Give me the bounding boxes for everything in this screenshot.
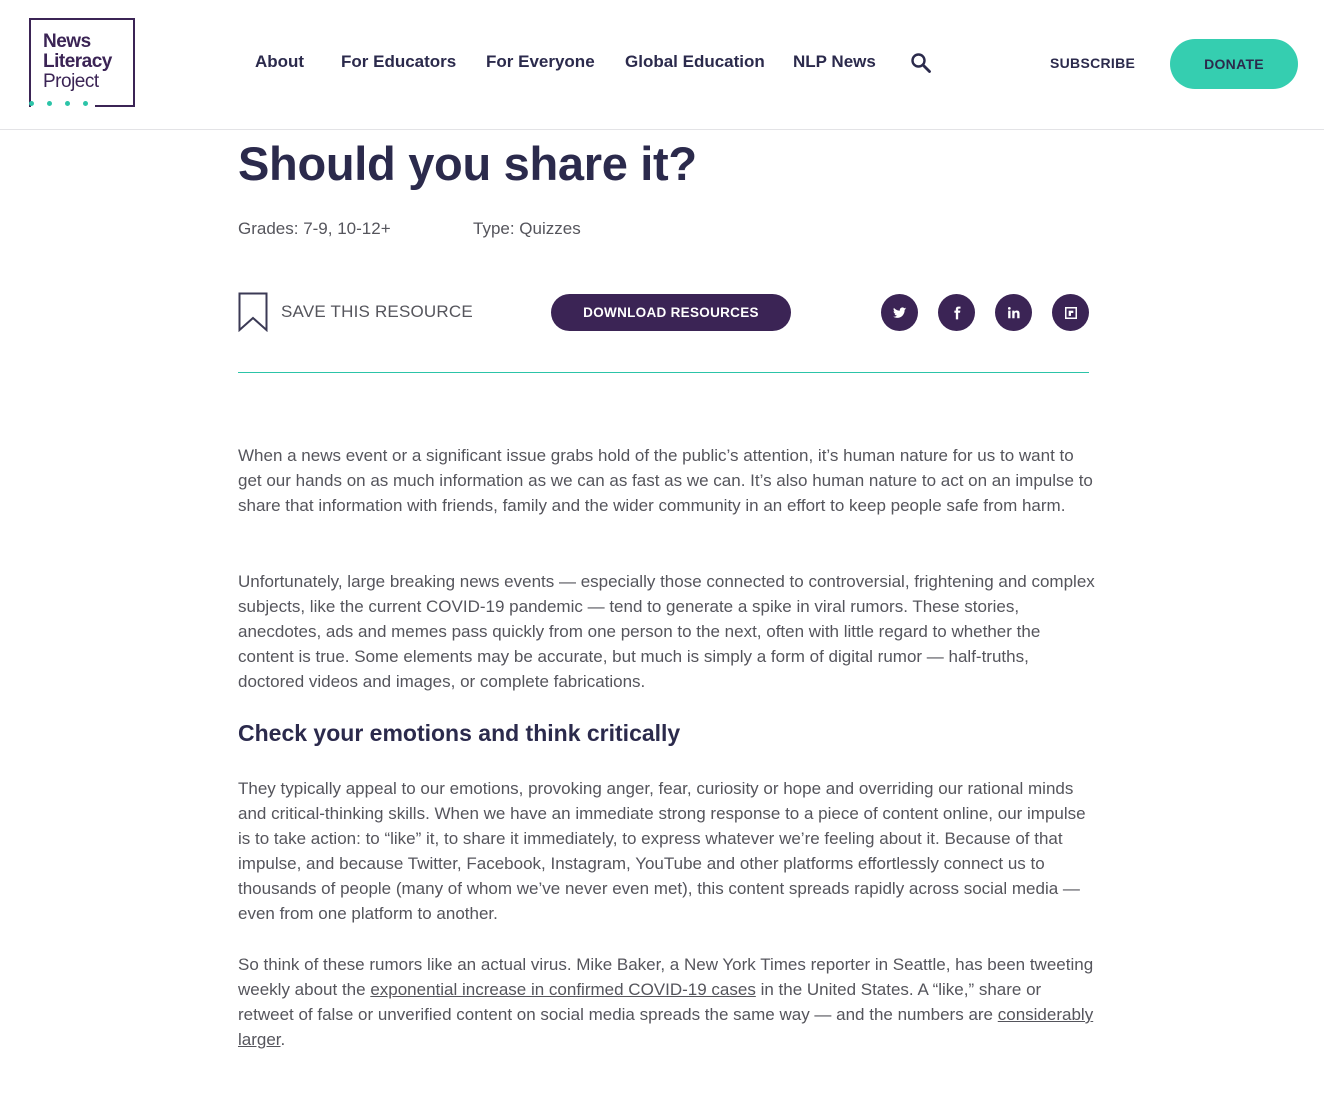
logo-text-literacy: Literacy (43, 51, 112, 72)
nav-item-for-educators[interactable]: For Educators (341, 52, 456, 72)
section-heading: Check your emotions and think critically (238, 720, 681, 746)
download-resources-button[interactable]: DOWNLOAD RESOURCES (551, 294, 791, 331)
paragraph-4-text-c: . (280, 1030, 286, 1049)
body-paragraph-1: When a news event or a significant issue… (238, 446, 1093, 515)
search-icon[interactable] (910, 52, 932, 74)
page-title: Should you share it? (238, 137, 697, 190)
logo-text-news: News (43, 31, 91, 52)
linkedin-icon (1007, 306, 1020, 318)
body-paragraph-4: So think of these rumors like an actual … (238, 952, 1098, 1052)
body-paragraph-2: Unfortunately, large breaking news event… (238, 572, 1095, 691)
nav-item-nlp-news[interactable]: NLP News (793, 52, 876, 72)
logo-dots (29, 101, 99, 109)
nav-item-about[interactable]: About (255, 52, 304, 72)
flipboard-share-button[interactable] (1052, 294, 1089, 331)
logo[interactable]: News Literacy Project (29, 18, 135, 107)
bookmark-icon (238, 292, 268, 332)
nav-item-for-everyone[interactable]: For Everyone (486, 52, 595, 72)
site-header: News Literacy Project About For Educator… (0, 0, 1324, 130)
logo-text-project: Project (43, 71, 99, 92)
flipboard-icon (1064, 306, 1077, 319)
linkedin-share-button[interactable] (995, 294, 1032, 331)
save-resource-button[interactable]: SAVE THIS RESOURCE (238, 292, 473, 332)
type-meta: Type: Quizzes (473, 219, 581, 238)
facebook-share-button[interactable] (938, 294, 975, 331)
twitter-icon (892, 306, 906, 318)
grades-meta: Grades: 7-9, 10-12+ (238, 219, 391, 238)
nav-item-global-education[interactable]: Global Education (625, 52, 765, 72)
facebook-icon (953, 306, 960, 319)
body-paragraph-3: They typically appeal to our emotions, p… (238, 779, 1086, 923)
twitter-share-button[interactable] (881, 294, 918, 331)
covid-cases-link[interactable]: exponential increase in confirmed COVID-… (370, 980, 756, 999)
save-resource-label: SAVE THIS RESOURCE (281, 302, 473, 321)
section-divider (238, 372, 1089, 373)
donate-button[interactable]: DONATE (1170, 39, 1298, 89)
subscribe-link[interactable]: SUBSCRIBE (1050, 55, 1135, 71)
